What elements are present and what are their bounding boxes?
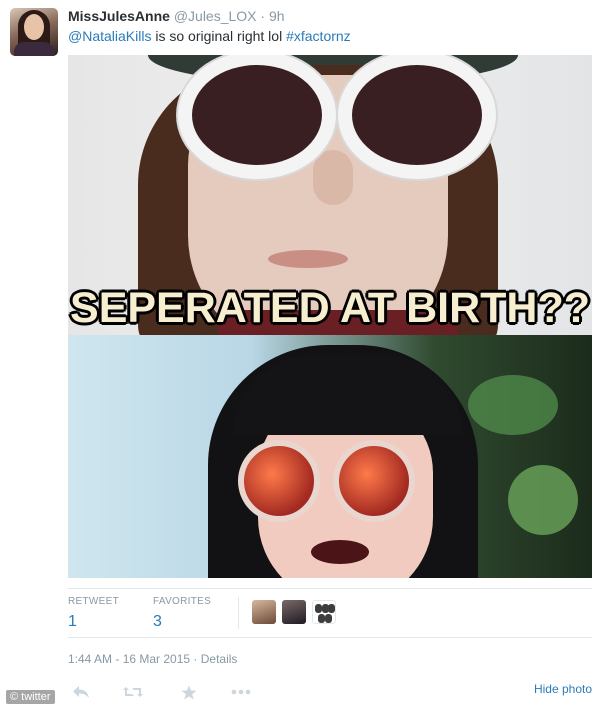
reply-icon bbox=[73, 686, 89, 698]
favorites-count[interactable]: 3 bbox=[153, 613, 211, 631]
more-button[interactable] bbox=[230, 682, 252, 702]
right-goggle-lens bbox=[338, 55, 496, 179]
avatar-face bbox=[24, 14, 44, 40]
right-round-sunglass bbox=[333, 440, 415, 522]
foliage bbox=[508, 465, 578, 535]
retweet-count[interactable]: 1 bbox=[68, 613, 119, 631]
tweet-photo[interactable]: SEPERATED AT BIRTH?? bbox=[68, 55, 592, 578]
star-icon bbox=[181, 685, 197, 699]
mention-link[interactable]: @NataliaKills bbox=[68, 28, 151, 44]
favorites-stat[interactable]: FAVORITES 3 bbox=[153, 596, 211, 631]
timestamp-separator: · bbox=[190, 652, 201, 666]
tweet-stats: RETWEET 1 FAVORITES 3 bbox=[68, 588, 592, 638]
photo-bottom-portrait bbox=[68, 335, 592, 578]
retweet-stat[interactable]: RETWEET 1 bbox=[68, 596, 119, 631]
favoriter-avatar[interactable] bbox=[312, 600, 336, 624]
dark-lips bbox=[311, 540, 369, 564]
nose bbox=[313, 150, 353, 205]
retweet-button[interactable] bbox=[122, 682, 144, 702]
left-goggle-lens bbox=[178, 55, 336, 179]
avatar-figure bbox=[325, 614, 332, 623]
mouth bbox=[268, 250, 348, 268]
tweet-time[interactable]: 9h bbox=[269, 8, 285, 24]
retweet-icon bbox=[123, 687, 143, 697]
timestamp-time[interactable]: 1:44 AM - 16 Mar 2015 bbox=[68, 652, 190, 666]
favoriter-avatar[interactable] bbox=[282, 600, 306, 624]
user-fullname[interactable]: MissJulesAnne bbox=[68, 8, 170, 24]
meme-caption: SEPERATED AT BIRTH?? bbox=[70, 284, 590, 332]
avatar-figure bbox=[328, 604, 335, 613]
reply-button[interactable] bbox=[70, 682, 92, 702]
favorites-label: FAVORITES bbox=[153, 596, 212, 607]
user-avatar[interactable] bbox=[10, 8, 58, 56]
hashtag-link[interactable]: #xfactornz bbox=[286, 28, 351, 44]
favorite-button[interactable] bbox=[178, 682, 200, 702]
favoriter-avatar[interactable] bbox=[252, 600, 276, 624]
foliage bbox=[468, 375, 558, 435]
header-separator: · bbox=[260, 8, 266, 24]
stats-divider bbox=[238, 597, 239, 629]
tweet-timestamp: 1:44 AM - 16 Mar 2015 · Details bbox=[68, 652, 237, 666]
more-dots-icon bbox=[231, 689, 251, 695]
avatar-figure bbox=[315, 604, 322, 613]
user-handle[interactable]: @Jules_LOX bbox=[174, 8, 257, 24]
hide-photo-link[interactable]: Hide photo bbox=[534, 682, 592, 696]
tweet-actions: Hide photo bbox=[68, 682, 592, 702]
tweet-text: @NataliaKills is so original right lol #… bbox=[68, 28, 351, 44]
retweet-label: RETWEET bbox=[68, 596, 119, 607]
details-link[interactable]: Details bbox=[201, 652, 238, 666]
tweet-body-text: is so original right lol bbox=[151, 28, 287, 44]
tweet-header: MissJulesAnne @Jules_LOX · 9h bbox=[68, 8, 285, 24]
left-round-sunglass bbox=[238, 440, 320, 522]
avatar-body bbox=[14, 42, 54, 56]
twitter-watermark: © twitter bbox=[6, 690, 55, 704]
avatar-figure bbox=[318, 614, 325, 623]
